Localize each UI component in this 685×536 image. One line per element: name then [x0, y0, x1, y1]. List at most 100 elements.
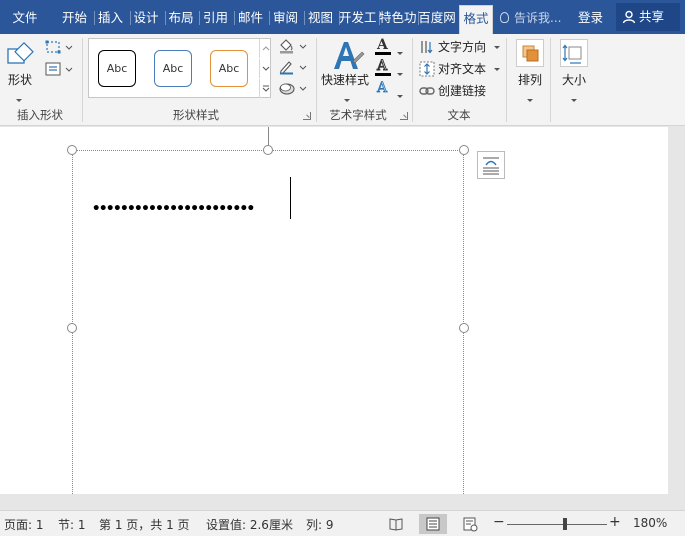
tab-file[interactable]: 文件 [0, 7, 50, 29]
layout-options-icon [483, 157, 499, 175]
status-section[interactable]: 节: 1 [58, 516, 86, 533]
ribbon-tab-bar: 文件 开始 插入 设计 布局 引用 邮件 审阅 视图 开发工 特色功 百度网 格… [0, 0, 685, 34]
shape-dropdown-caret[interactable] [16, 91, 22, 105]
horizontal-scroll-area [0, 494, 685, 510]
shape-effects-icon [279, 83, 307, 95]
insert-shapes-group-label: 插入形状 [17, 108, 63, 122]
align-text-icon [419, 61, 435, 77]
text-outline-button[interactable]: A [374, 58, 406, 77]
text-fill-button[interactable]: A [374, 37, 406, 56]
zoom-in-button[interactable]: + [609, 514, 621, 530]
link-icon [419, 87, 435, 95]
text-fill-caret [397, 44, 403, 58]
arrange-button[interactable] [516, 39, 544, 67]
size-caret[interactable] [571, 91, 577, 105]
tab-home[interactable]: 开始 [58, 7, 91, 29]
read-mode-button[interactable] [382, 514, 410, 534]
shape-fill-button[interactable] [278, 38, 308, 54]
document-page[interactable]: ••••••••••••••••••••••• [0, 127, 668, 494]
zoom-slider-track[interactable] [507, 524, 607, 525]
shape-style-preset-3[interactable]: Abc [210, 50, 248, 87]
zoom-level[interactable]: 180% [633, 516, 667, 530]
align-text-label: 对齐文本 [438, 62, 487, 76]
edit-shape-button[interactable] [45, 39, 73, 55]
size-icon [562, 44, 582, 64]
quick-styles-button[interactable] [331, 39, 365, 71]
shape-styles-launcher[interactable] [303, 112, 311, 120]
layout-options-button[interactable] [477, 151, 505, 179]
size-label: 大小 [562, 73, 587, 87]
textbox-icon [45, 62, 73, 76]
shape-button-label: 形状 [8, 73, 33, 87]
tab-design[interactable]: 设计 [130, 7, 162, 29]
status-setting[interactable]: 设置值: 2.6厘米 [206, 516, 293, 533]
tab-insert[interactable]: 插入 [94, 7, 127, 29]
status-bar: 页面: 1 节: 1 第 1 页，共 1 页 设置值: 2.6厘米 列: 9 −… [0, 510, 685, 536]
text-fill-a: A [377, 37, 388, 53]
group-divider [550, 38, 551, 122]
share-button[interactable]: 共享 [616, 3, 680, 31]
align-text-button[interactable]: 对齐文本 [419, 59, 500, 79]
tab-mailings[interactable]: 邮件 [234, 7, 267, 29]
paint-bucket-icon [280, 39, 307, 54]
book-icon [389, 518, 403, 531]
text-effects-caret [397, 87, 403, 101]
lightbulb-icon [500, 12, 509, 23]
arrange-icon [522, 45, 539, 62]
shape-styles-group-label: 形状样式 [173, 108, 219, 122]
status-page-of[interactable]: 第 1 页，共 1 页 [99, 516, 190, 533]
size-button[interactable] [560, 39, 588, 67]
rotation-handle-line [268, 127, 269, 145]
arrange-caret[interactable] [527, 91, 533, 105]
tab-layout[interactable]: 布局 [165, 7, 197, 29]
text-cursor [290, 177, 291, 219]
shape-button[interactable] [5, 40, 37, 68]
text-direction-label: 文字方向 [438, 40, 487, 54]
text-effects-button[interactable]: A [374, 80, 406, 99]
tab-references[interactable]: 引用 [199, 7, 232, 29]
resize-handle-middle-left[interactable] [67, 323, 77, 333]
resize-handle-top-center[interactable] [263, 145, 273, 155]
document-area[interactable]: ••••••••••••••••••••••• [0, 127, 685, 494]
shape-outline-button[interactable] [278, 59, 308, 75]
text-direction-icon [421, 41, 433, 54]
tab-review[interactable]: 审阅 [269, 7, 302, 29]
page-icon [426, 517, 440, 531]
gallery-scroll-down[interactable] [259, 59, 271, 78]
login-button[interactable]: 登录 [578, 7, 603, 29]
align-text-caret [493, 68, 500, 71]
zoom-out-button[interactable]: − [493, 514, 505, 530]
gallery-more-button[interactable] [259, 79, 271, 98]
tab-baidu-netdisk[interactable]: 百度网 [418, 7, 456, 29]
group-divider [506, 38, 507, 122]
tab-developer[interactable]: 开发工 [339, 7, 376, 29]
text-outline-caret [397, 65, 403, 79]
status-page[interactable]: 页面: 1 [4, 516, 44, 533]
text-direction-button[interactable]: 文字方向 [419, 37, 500, 57]
tab-view[interactable]: 视图 [304, 7, 337, 29]
group-divider [316, 38, 317, 122]
resize-handle-top-right[interactable] [459, 145, 469, 155]
group-divider [82, 38, 83, 122]
resize-handle-middle-right[interactable] [459, 323, 469, 333]
resize-handle-top-left[interactable] [67, 145, 77, 155]
edit-points-icon [45, 40, 73, 54]
gallery-scroll-up[interactable] [259, 39, 271, 58]
tab-format[interactable]: 格式 [459, 5, 493, 34]
tab-special-features[interactable]: 特色功 [379, 7, 416, 29]
draw-textbox-button[interactable] [45, 61, 73, 77]
shape-style-preset-2[interactable]: Abc [154, 50, 192, 87]
zoom-slider-thumb[interactable] [563, 518, 567, 530]
wordart-styles-launcher[interactable] [400, 112, 408, 120]
print-layout-button[interactable] [419, 514, 447, 534]
status-column[interactable]: 列: 9 [306, 516, 334, 533]
shape-style-preset-1[interactable]: Abc [98, 50, 136, 87]
create-link-button[interactable]: 创建链接 [419, 81, 486, 101]
quick-styles-caret[interactable] [344, 91, 350, 105]
tell-me-box[interactable]: 告诉我... [500, 7, 561, 29]
arrange-label: 排列 [518, 73, 543, 87]
dotted-line-text: ••••••••••••••••••••••• [92, 201, 255, 217]
group-divider [412, 38, 413, 122]
shape-effects-button[interactable] [278, 80, 308, 96]
web-layout-button[interactable] [456, 514, 484, 534]
